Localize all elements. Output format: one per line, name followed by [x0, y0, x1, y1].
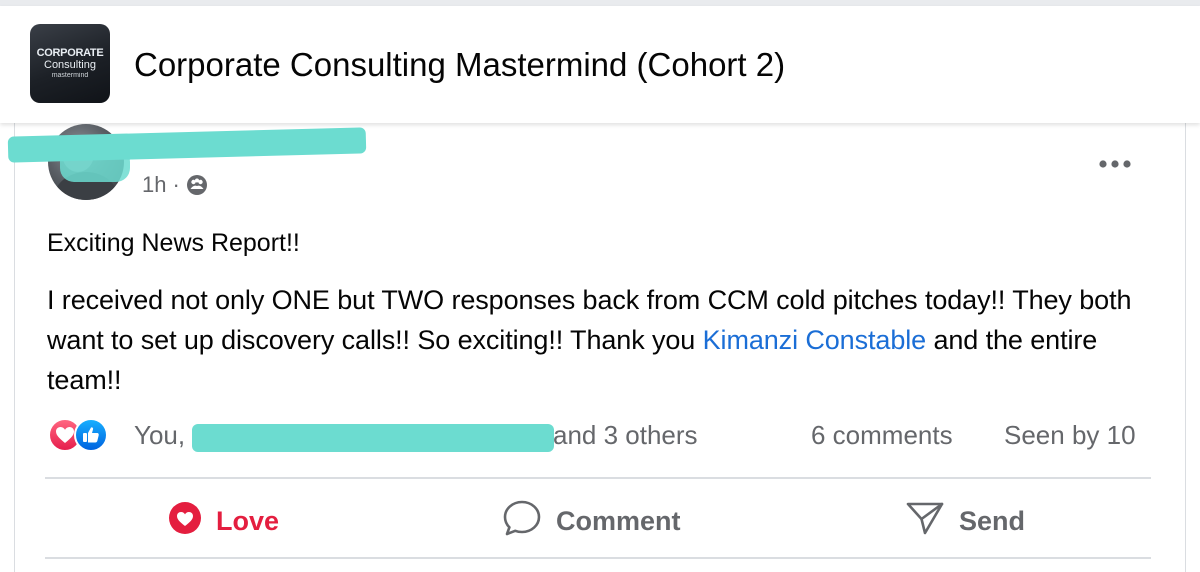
members-icon [186, 174, 208, 196]
group-header: CORPORATE Consulting mastermind Corporat… [0, 6, 1200, 123]
more-options-icon[interactable] [1098, 156, 1132, 174]
redacted-avatar-overlay [60, 148, 130, 182]
send-icon [905, 499, 945, 544]
divider-top [45, 477, 1151, 479]
seen-by-count[interactable]: Seen by 10 [1004, 420, 1136, 451]
love-button-icon [168, 501, 202, 542]
post-time[interactable]: 1h [142, 172, 166, 198]
comments-count[interactable]: 6 comments [811, 420, 953, 451]
post-meta: 1h · [142, 172, 208, 198]
reaction-icons[interactable] [48, 418, 108, 452]
logo-text-line2: Consulting [44, 59, 96, 71]
send-button-label: Send [959, 505, 1026, 536]
redacted-reactor-names [192, 424, 554, 452]
love-button-label: Love [216, 505, 280, 536]
logo-text-line3: mastermind [51, 72, 89, 79]
meta-separator: · [172, 172, 180, 197]
mention-link[interactable]: Kimanzi Constable [703, 325, 927, 355]
group-name[interactable]: Corporate Consulting Mastermind (Cohort … [134, 46, 785, 84]
divider-bottom [45, 557, 1151, 559]
group-logo[interactable]: CORPORATE Consulting mastermind [30, 24, 110, 103]
comment-button[interactable]: Comment [502, 496, 681, 546]
logo-text-line1: CORPORATE [36, 47, 104, 59]
reactors-others[interactable]: and 3 others [553, 420, 698, 451]
post-body: I received not only ONE but TWO response… [47, 280, 1167, 400]
comment-button-label: Comment [556, 505, 681, 536]
love-button[interactable]: Love [168, 496, 279, 546]
send-button[interactable]: Send [905, 496, 1025, 546]
post-heading: Exciting News Report!! [47, 229, 300, 257]
comment-icon [502, 499, 542, 544]
like-icon [74, 418, 108, 452]
reactors-you[interactable]: You, [134, 420, 185, 451]
